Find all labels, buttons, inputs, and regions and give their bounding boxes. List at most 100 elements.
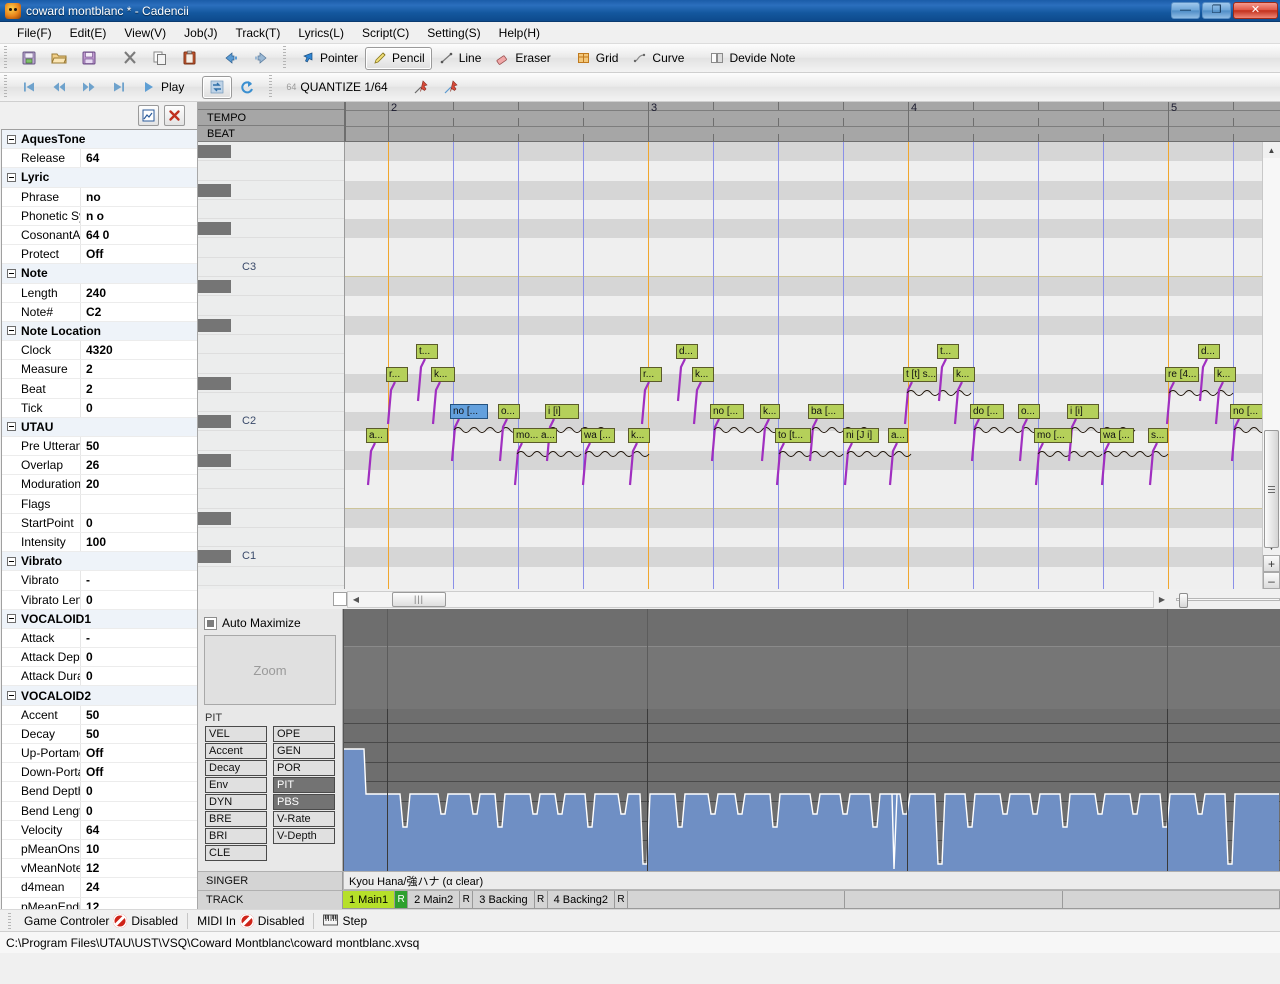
scroll-follow-button[interactable] [202,76,232,99]
property-value[interactable]: - [80,571,197,589]
property-row[interactable]: Vibrato Leng0 [2,591,197,610]
piano-key-black[interactable] [198,142,344,161]
minimize-button[interactable]: — [1171,2,1200,19]
menu-help[interactable]: Help(H) [490,23,549,43]
note-grid-row[interactable] [345,316,1262,335]
property-value[interactable]: 4320 [80,341,197,359]
note-item[interactable]: t... [416,344,438,359]
collapse-icon[interactable] [7,326,16,335]
property-row[interactable]: Accent50 [2,706,197,725]
note-grid-row[interactable] [345,258,1262,277]
track-tab[interactable]: 2 Main2R [408,891,473,909]
note-grid-row[interactable] [345,142,1262,161]
note-item[interactable]: o... [498,404,520,419]
quantize-selector[interactable]: 64 QUANTIZE 1/64 [279,76,394,99]
note-item[interactable]: d... [1198,344,1220,359]
property-row[interactable]: Attack- [2,629,197,648]
note-item[interactable]: re [4... [1165,367,1199,382]
property-group-note[interactable]: Note [2,264,197,283]
copy-button[interactable] [145,47,175,70]
property-row[interactable]: Bend Depth0 [2,782,197,801]
note-item[interactable]: ni [J i] [843,428,879,443]
rewind-button[interactable] [44,76,74,99]
property-grid[interactable]: AquesToneRelease64LyricPhrasenoPhonetic … [1,129,197,909]
note-item[interactable]: d... [676,344,698,359]
track-tab[interactable]: 3 BackingR [473,891,547,909]
piano-key-black[interactable]: C2 [198,412,344,431]
piano-key-white[interactable] [198,567,344,586]
zoom-slider-thumb[interactable] [1179,593,1188,608]
statusbar-grip[interactable] [6,913,13,929]
collapse-icon[interactable] [7,269,16,278]
property-row[interactable]: Flags [2,495,197,514]
note-item[interactable]: no [... [710,404,744,419]
property-row[interactable]: Note#C2 [2,303,197,322]
note-grid-row[interactable] [345,239,1262,258]
toolbar-grip[interactable] [2,46,9,70]
note-grid-row[interactable] [345,161,1262,180]
note-item[interactable]: i [i] [545,404,579,419]
zoom-box[interactable]: Zoom [204,635,336,705]
new-file-button[interactable] [14,47,44,70]
property-value[interactable]: no [80,188,197,206]
menu-job[interactable]: Job(J) [175,23,226,43]
cc-button-vel[interactable]: VEL [205,726,267,742]
triplet-toggle-button[interactable] [436,76,466,99]
property-value[interactable]: 50 [80,725,197,743]
cc-button-v-depth[interactable]: V-Depth [273,828,335,844]
close-button[interactable]: ✕ [1233,2,1278,19]
note-item[interactable]: k... [1214,367,1236,382]
property-row[interactable]: Attack Depth0 [2,648,197,667]
property-row[interactable]: Intensity100 [2,533,197,552]
cc-button-pbs[interactable]: PBS [273,794,335,810]
menu-script[interactable]: Script(C) [353,23,418,43]
toolbar-grip-3[interactable] [2,75,9,99]
property-value[interactable]: 0 [80,648,197,666]
toolbar-grip-4[interactable] [267,75,274,99]
property-row[interactable]: Measure2 [2,360,197,379]
piano-key-white[interactable] [198,200,344,219]
note-item[interactable]: t [t] s... [903,367,937,382]
property-row[interactable]: Pre Utterance50 [2,437,197,456]
note-item[interactable]: a... [366,428,388,443]
piano-key-white[interactable] [198,432,344,451]
property-value[interactable]: 0 [80,782,197,800]
collapse-icon[interactable] [7,557,16,566]
note-item[interactable]: no [... [1230,404,1262,419]
track-record-button[interactable]: R [394,891,407,908]
zoom-slider[interactable] [1170,598,1280,601]
zoom-out-button[interactable]: – [1263,572,1280,589]
property-value[interactable]: 64 0 [80,226,197,244]
property-row[interactable]: Release64 [2,149,197,168]
property-row[interactable]: Overlap26 [2,456,197,475]
note-item[interactable]: mo [... [1034,428,1072,443]
property-value[interactable]: 26 [80,456,197,474]
property-group-aquestone[interactable]: AquesTone [2,130,197,149]
property-value[interactable]: 0 [80,667,197,685]
property-value[interactable]: 12 [80,898,197,910]
track-tab-empty[interactable] [1063,891,1280,909]
piano-key-white[interactable] [198,586,344,589]
cc-button-dyn[interactable]: DYN [205,794,267,810]
note-item[interactable]: mo... a... [513,428,557,443]
property-value[interactable]: Off [80,763,197,781]
vscroll-track[interactable] [1263,158,1280,539]
note-grid-row[interactable] [345,335,1262,354]
go-to-end-button[interactable] [104,76,134,99]
cc-button-por[interactable]: POR [273,760,335,776]
scroll-left-arrow[interactable]: ◀ [348,592,364,607]
property-value[interactable]: 2 [80,379,197,397]
menu-track[interactable]: Track(T) [227,23,290,43]
cut-button[interactable] [115,47,145,70]
step-mode-status[interactable]: Step [318,914,372,928]
track-tab-empty[interactable] [628,891,845,909]
property-value[interactable]: 64 [80,149,197,167]
property-value[interactable]: 50 [80,706,197,724]
tool-pointer[interactable]: Pointer [293,47,365,70]
collapse-icon[interactable] [7,173,16,182]
property-group-vocaloid1[interactable]: VOCALOID1 [2,610,197,629]
singer-value[interactable]: Kyou Hana/強ハナ (α clear) [343,872,1280,890]
collapse-icon[interactable] [7,614,16,623]
note-item[interactable]: a... [888,428,908,443]
note-grid-row[interactable] [345,489,1262,508]
